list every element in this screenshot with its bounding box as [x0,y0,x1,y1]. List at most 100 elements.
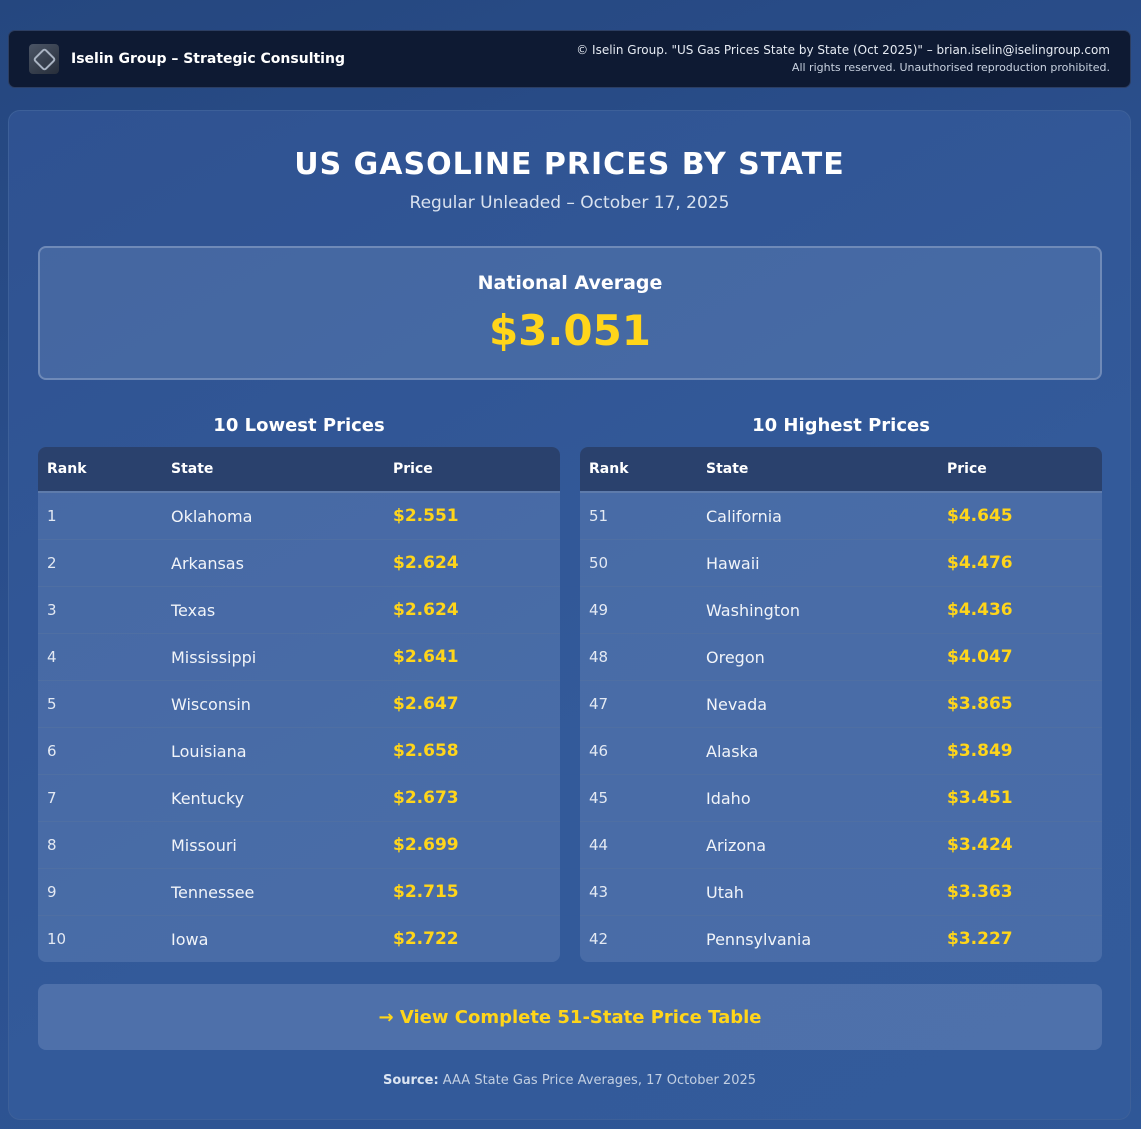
price-cell: $2.722 [393,929,459,949]
table-row: 1 Oklahoma $2.551 [38,493,560,540]
rank-cell: 2 [47,554,57,572]
column-header-rank: Rank [589,461,629,477]
page-title: US GASOLINE PRICES BY STATE [294,147,845,182]
state-cell: Idaho [706,788,751,808]
price-cell: $3.227 [947,929,1013,949]
table-row: 6 Louisiana $2.658 [38,728,560,775]
main-card: US GASOLINE PRICES BY STATE Regular Unle… [8,110,1131,1120]
state-cell: Iowa [171,929,209,949]
state-cell: Kentucky [171,788,245,808]
source-label: Source: [382,1073,439,1088]
state-cell: Washington [706,600,801,620]
top-bar: Iselin Group – Strategic Consulting © Is… [8,30,1131,88]
national-average-label: National Average [477,272,663,294]
view-full-table-button[interactable]: → View Complete 51-State Price Table [38,984,1102,1050]
state-cell: Missouri [171,835,237,855]
state-cell: Texas [171,600,216,620]
copyright-text: © Iselin Group. "US Gas Prices State by … [576,43,1110,57]
state-cell: Utah [706,882,744,902]
brand: Iselin Group – Strategic Consulting [29,44,345,74]
table-row: 42 Pennsylvania $3.227 [580,916,1102,962]
national-average-value: $3.051 [488,306,652,355]
price-cell: $3.451 [947,788,1013,808]
column-header-price: Price [947,461,987,477]
table-row: 49 Washington $4.436 [580,587,1102,634]
table-row: 10 Iowa $2.722 [38,916,560,962]
lowest-prices-body: 1 Oklahoma $2.551 2 Arkansas $2.624 3 Texas $2.6… [38,493,560,962]
lowest-prices-title: 10 Lowest Prices [213,415,385,436]
rank-cell: 48 [589,648,609,666]
rank-cell: 43 [589,883,609,901]
price-cell: $4.645 [947,506,1013,526]
state-cell: Oregon [706,647,765,667]
table-row: 5 Wisconsin $2.647 [38,681,560,728]
price-cell: $4.436 [947,600,1013,620]
table-row: 45 Idaho $3.451 [580,775,1102,822]
table-row: 9 Tennessee $2.715 [38,869,560,916]
price-cell: $3.424 [947,835,1013,855]
state-cell: Alaska [706,741,759,761]
state-cell: Tennessee [171,882,255,902]
rank-cell: 8 [47,836,57,854]
rank-cell: 10 [47,930,67,948]
highest-prices-section: 10 Highest Prices Rank State Price 51 Cal… [580,411,1102,962]
rights-text: All rights reserved. Unauthorised reprod… [791,61,1110,74]
table-header: Rank State Price [38,447,560,493]
price-cell: $2.699 [393,835,459,855]
rank-cell: 4 [47,648,57,666]
rank-cell: 46 [589,742,609,760]
table-row: 3 Texas $2.624 [38,587,560,634]
copyright-notice: © Iselin Group. "US Gas Prices State by … [576,42,1110,76]
price-cell: $2.641 [393,647,459,667]
price-cell: $2.624 [393,600,459,620]
price-cell: $2.624 [393,553,459,573]
price-cell: $2.647 [393,694,459,714]
price-cell: $4.047 [947,647,1013,667]
brand-name: Iselin Group – Strategic Consulting [71,51,345,67]
price-cell: $4.476 [947,553,1013,573]
price-cell: $3.849 [947,741,1013,761]
rank-cell: 9 [47,883,57,901]
rank-cell: 49 [589,601,609,619]
lowest-prices-table: Rank State Price 1 Oklahoma $2.551 2 Arkansa… [38,447,560,962]
price-cell: $3.865 [947,694,1013,714]
column-header-state: State [171,461,214,477]
table-row: 51 California $4.645 [580,493,1102,540]
state-cell: Oklahoma [171,506,253,526]
price-cell: $2.715 [393,882,459,902]
rank-cell: 50 [589,554,609,572]
state-cell: Nevada [706,694,768,714]
page-subtitle: Regular Unleaded – October 17, 2025 [409,193,730,213]
national-average-box: National Average $3.051 [38,246,1102,380]
lowest-prices-section: 10 Lowest Prices Rank State Price 1 Oklah… [38,411,560,962]
state-cell: Louisiana [171,741,247,761]
rank-cell: 42 [589,930,609,948]
table-row: 44 Arizona $3.424 [580,822,1102,869]
column-header-price: Price [393,461,433,477]
state-cell: Hawaii [706,553,760,573]
rank-cell: 47 [589,695,609,713]
rank-cell: 1 [47,507,57,525]
rank-cell: 7 [47,789,57,807]
table-row: 47 Nevada $3.865 [580,681,1102,728]
column-header-rank: Rank [47,461,87,477]
table-row: 50 Hawaii $4.476 [580,540,1102,587]
price-cell: $2.658 [393,741,459,761]
source-note: Source: AAA State Gas Price Averages, 17… [9,1073,1130,1088]
price-cell: $2.551 [393,506,459,526]
highest-prices-table: Rank State Price 51 California $4.645 50 Haw… [580,447,1102,962]
state-cell: Wisconsin [171,694,251,714]
state-cell: Mississippi [171,647,257,667]
state-cell: Pennsylvania [706,929,812,949]
rank-cell: 51 [589,507,609,525]
table-row: 7 Kentucky $2.673 [38,775,560,822]
source-text: AAA State Gas Price Averages, 17 October… [442,1073,757,1088]
table-row: 43 Utah $3.363 [580,869,1102,916]
price-cell: $2.673 [393,788,459,808]
highest-prices-title: 10 Highest Prices [752,415,930,436]
table-row: 4 Mississippi $2.641 [38,634,560,681]
rank-cell: 3 [47,601,57,619]
table-row: 48 Oregon $4.047 [580,634,1102,681]
state-cell: California [706,506,782,526]
table-header: Rank State Price [580,447,1102,493]
